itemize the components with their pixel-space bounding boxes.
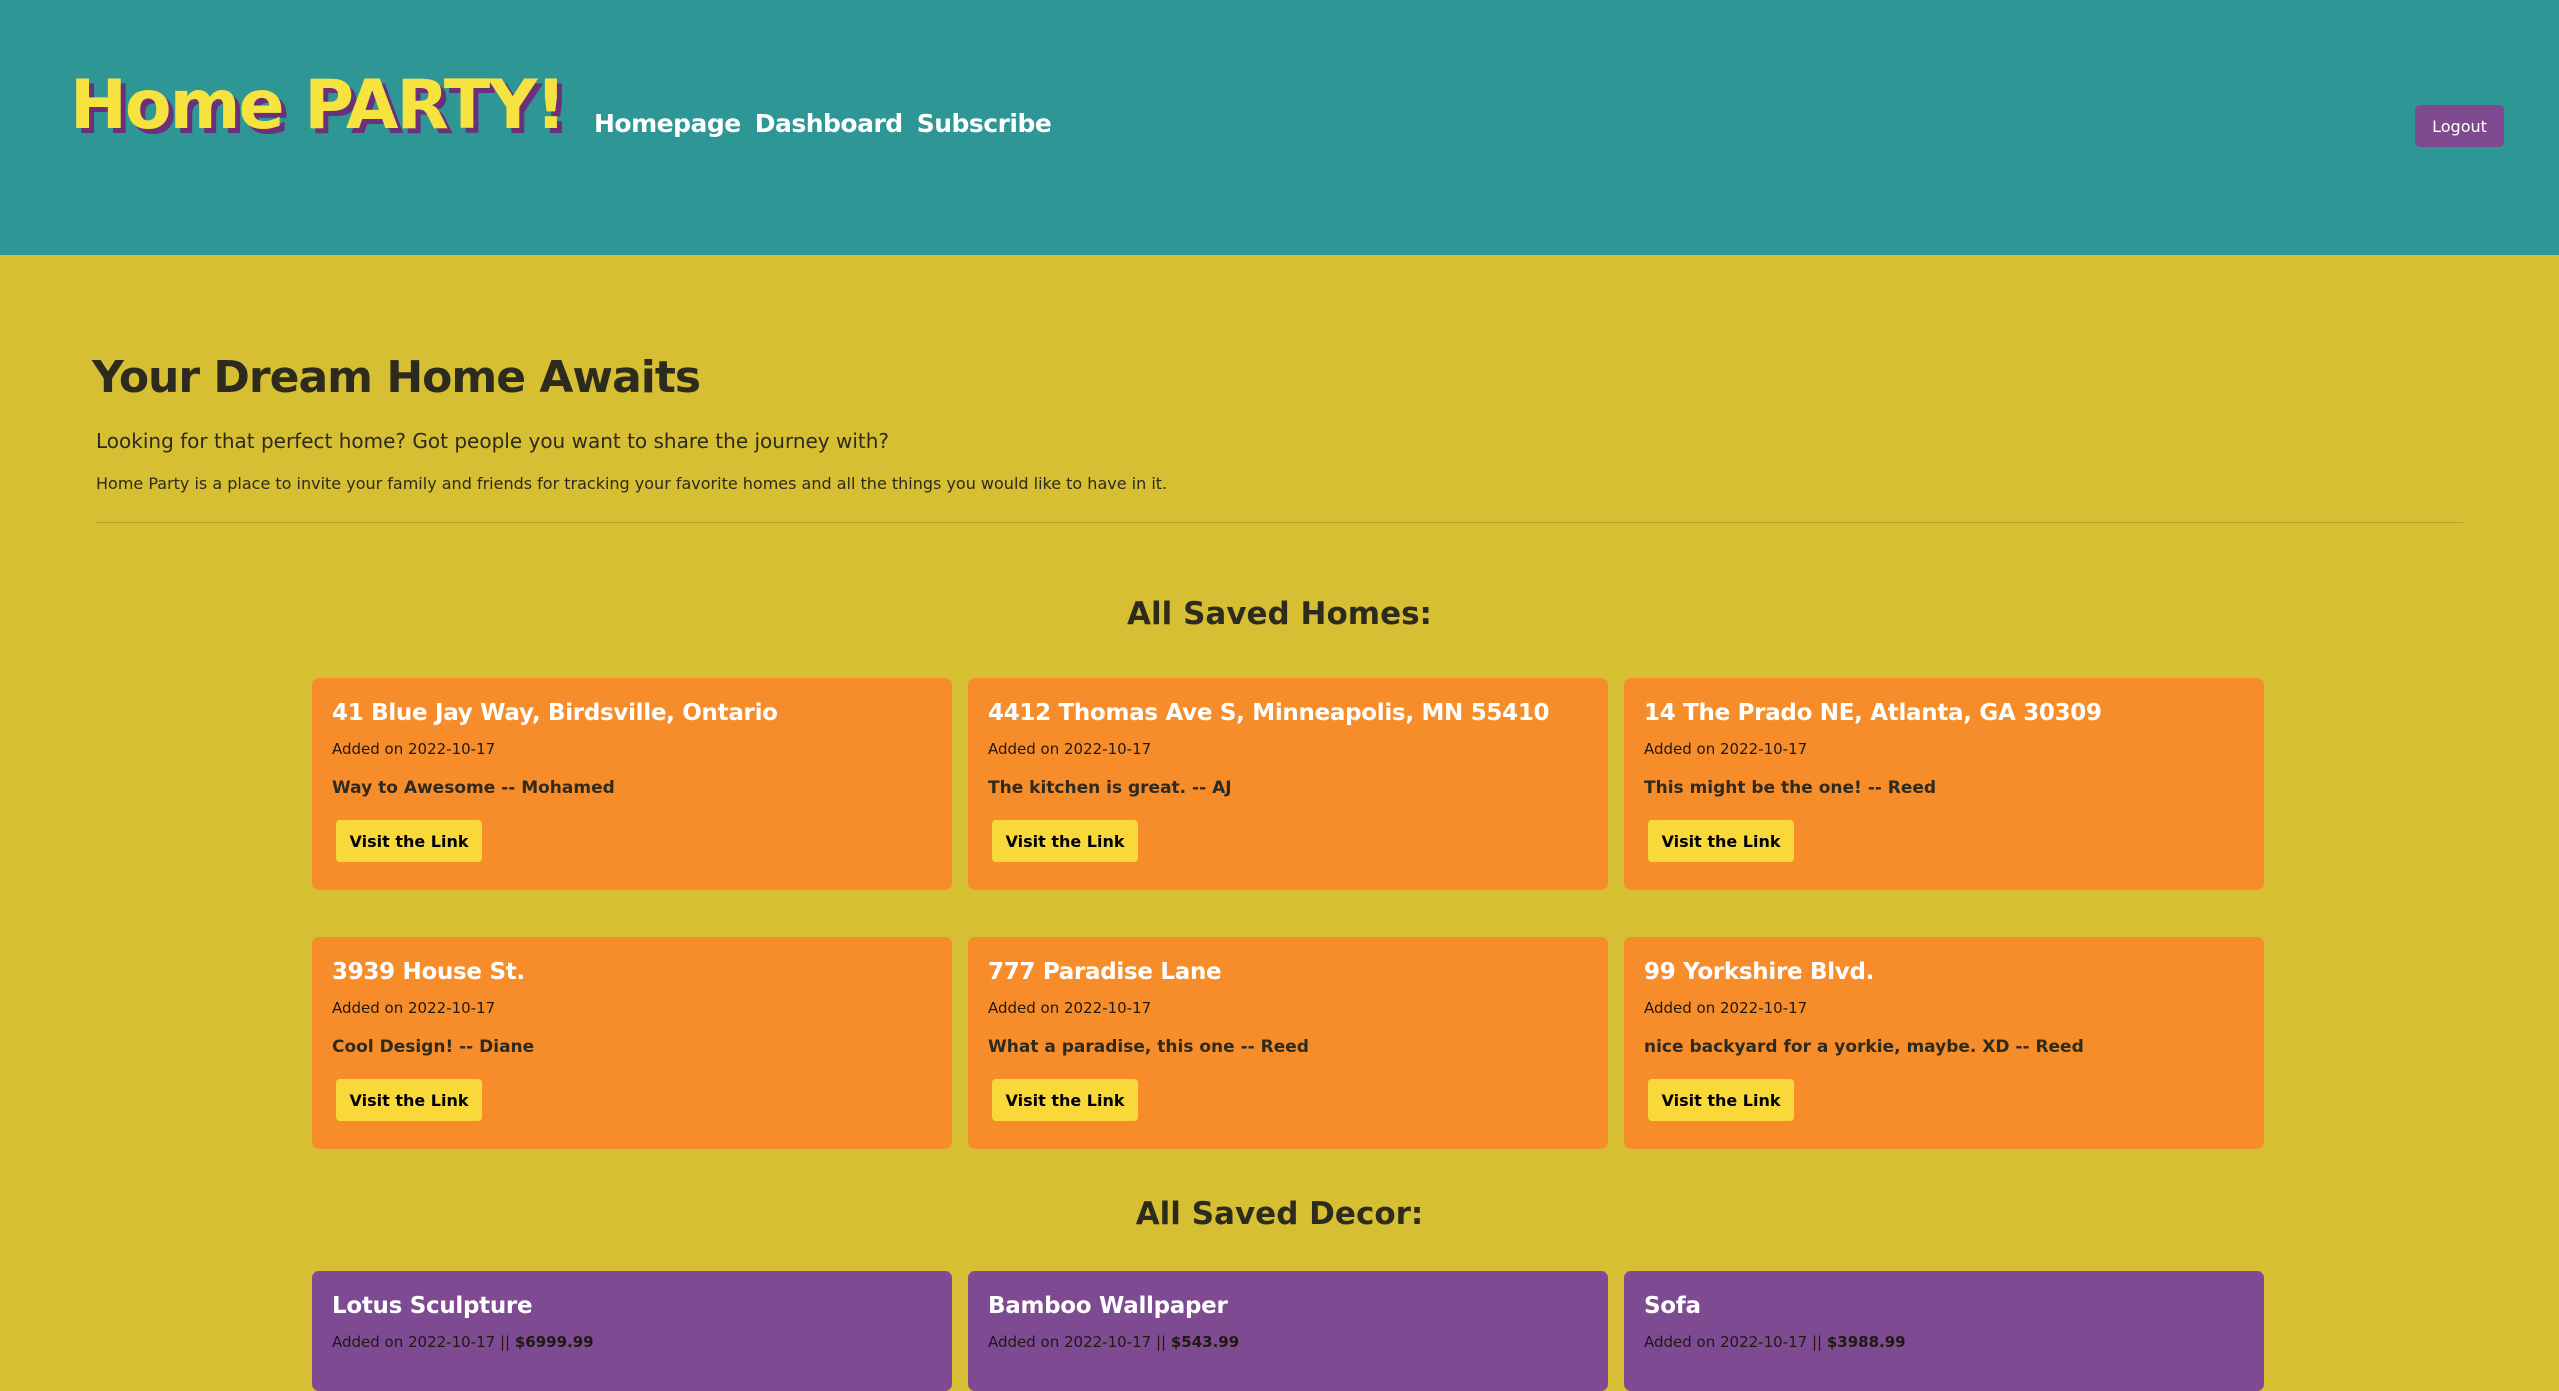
decor-meta: Added on 2022-10-17 || $3988.99 bbox=[1644, 1333, 2244, 1351]
decor-added-date: Added on 2022-10-17 || bbox=[1644, 1333, 1827, 1351]
hero-title: Your Dream Home Awaits bbox=[92, 352, 701, 403]
home-added-date: Added on 2022-10-17 bbox=[988, 999, 1152, 1017]
decor-price: $3988.99 bbox=[1826, 1333, 1906, 1351]
home-address: 99 Yorkshire Blvd. bbox=[1644, 959, 1875, 985]
decor-card: Lotus Sculpture Added on 2022-10-17 || $… bbox=[312, 1271, 952, 1391]
home-note: The kitchen is great. -- AJ bbox=[988, 778, 1232, 798]
decor-added-date: Added on 2022-10-17 || bbox=[988, 1333, 1171, 1351]
site-header: Home PARTY! Homepage Dashboard Subscribe… bbox=[0, 0, 2559, 255]
home-address: 41 Blue Jay Way, Birdsville, Ontario bbox=[332, 700, 778, 726]
decor-name: Bamboo Wallpaper bbox=[988, 1293, 1228, 1319]
home-address: 4412 Thomas Ave S, Minneapolis, MN 55410 bbox=[988, 700, 1550, 726]
home-card: 3939 House St. Added on 2022-10-17 Cool … bbox=[312, 937, 952, 1149]
home-address: 777 Paradise Lane bbox=[988, 959, 1222, 985]
logout-button[interactable]: Logout bbox=[2415, 105, 2504, 147]
home-added-date: Added on 2022-10-17 bbox=[332, 999, 496, 1017]
home-added-date: Added on 2022-10-17 bbox=[1644, 740, 1808, 758]
nav-dashboard[interactable]: Dashboard bbox=[755, 109, 903, 138]
decor-name: Lotus Sculpture bbox=[332, 1293, 533, 1319]
visit-link-button[interactable]: Visit the Link bbox=[992, 820, 1138, 862]
visit-link-button[interactable]: Visit the Link bbox=[1648, 1079, 1794, 1121]
decor-name: Sofa bbox=[1644, 1293, 1701, 1319]
home-added-date: Added on 2022-10-17 bbox=[988, 740, 1152, 758]
main-nav: Homepage Dashboard Subscribe bbox=[594, 109, 1052, 138]
home-address: 3939 House St. bbox=[332, 959, 525, 985]
home-added-date: Added on 2022-10-17 bbox=[332, 740, 496, 758]
decor-price: $6999.99 bbox=[514, 1333, 594, 1351]
home-added-date: Added on 2022-10-17 bbox=[1644, 999, 1808, 1017]
divider bbox=[96, 522, 2463, 523]
home-note: Cool Design! -- Diane bbox=[332, 1037, 535, 1057]
saved-homes-grid: 41 Blue Jay Way, Birdsville, Ontario Add… bbox=[312, 678, 2264, 1149]
home-card: 41 Blue Jay Way, Birdsville, Ontario Add… bbox=[312, 678, 952, 890]
home-card: 99 Yorkshire Blvd. Added on 2022-10-17 n… bbox=[1624, 937, 2264, 1149]
decor-card: Sofa Added on 2022-10-17 || $3988.99 bbox=[1624, 1271, 2264, 1391]
nav-homepage[interactable]: Homepage bbox=[594, 109, 741, 138]
home-note: What a paradise, this one -- Reed bbox=[988, 1037, 1309, 1057]
home-note: nice backyard for a yorkie, maybe. XD --… bbox=[1644, 1037, 2084, 1057]
visit-link-button[interactable]: Visit the Link bbox=[336, 820, 482, 862]
home-card: 14 The Prado NE, Atlanta, GA 30309 Added… bbox=[1624, 678, 2264, 890]
saved-homes-title: All Saved Homes: bbox=[1127, 596, 1432, 632]
decor-price: $543.99 bbox=[1170, 1333, 1240, 1351]
saved-decor-title: All Saved Decor: bbox=[1135, 1196, 1424, 1232]
visit-link-button[interactable]: Visit the Link bbox=[1648, 820, 1794, 862]
home-note: Way to Awesome -- Mohamed bbox=[332, 778, 615, 798]
decor-card: Bamboo Wallpaper Added on 2022-10-17 || … bbox=[968, 1271, 1608, 1391]
decor-added-date: Added on 2022-10-17 || bbox=[332, 1333, 515, 1351]
nav-subscribe[interactable]: Subscribe bbox=[917, 109, 1052, 138]
site-logo[interactable]: Home PARTY! bbox=[70, 72, 566, 140]
saved-decor-grid: Lotus Sculpture Added on 2022-10-17 || $… bbox=[312, 1271, 2264, 1391]
home-note: This might be the one! -- Reed bbox=[1644, 778, 1937, 798]
hero-lead: Looking for that perfect home? Got peopl… bbox=[96, 429, 890, 453]
decor-meta: Added on 2022-10-17 || $6999.99 bbox=[332, 1333, 932, 1351]
decor-meta: Added on 2022-10-17 || $543.99 bbox=[988, 1333, 1588, 1351]
home-card: 777 Paradise Lane Added on 2022-10-17 Wh… bbox=[968, 937, 1608, 1149]
home-address: 14 The Prado NE, Atlanta, GA 30309 bbox=[1644, 700, 2102, 726]
visit-link-button[interactable]: Visit the Link bbox=[336, 1079, 482, 1121]
visit-link-button[interactable]: Visit the Link bbox=[992, 1079, 1138, 1121]
hero-body: Home Party is a place to invite your fam… bbox=[96, 474, 1168, 493]
home-card: 4412 Thomas Ave S, Minneapolis, MN 55410… bbox=[968, 678, 1608, 890]
